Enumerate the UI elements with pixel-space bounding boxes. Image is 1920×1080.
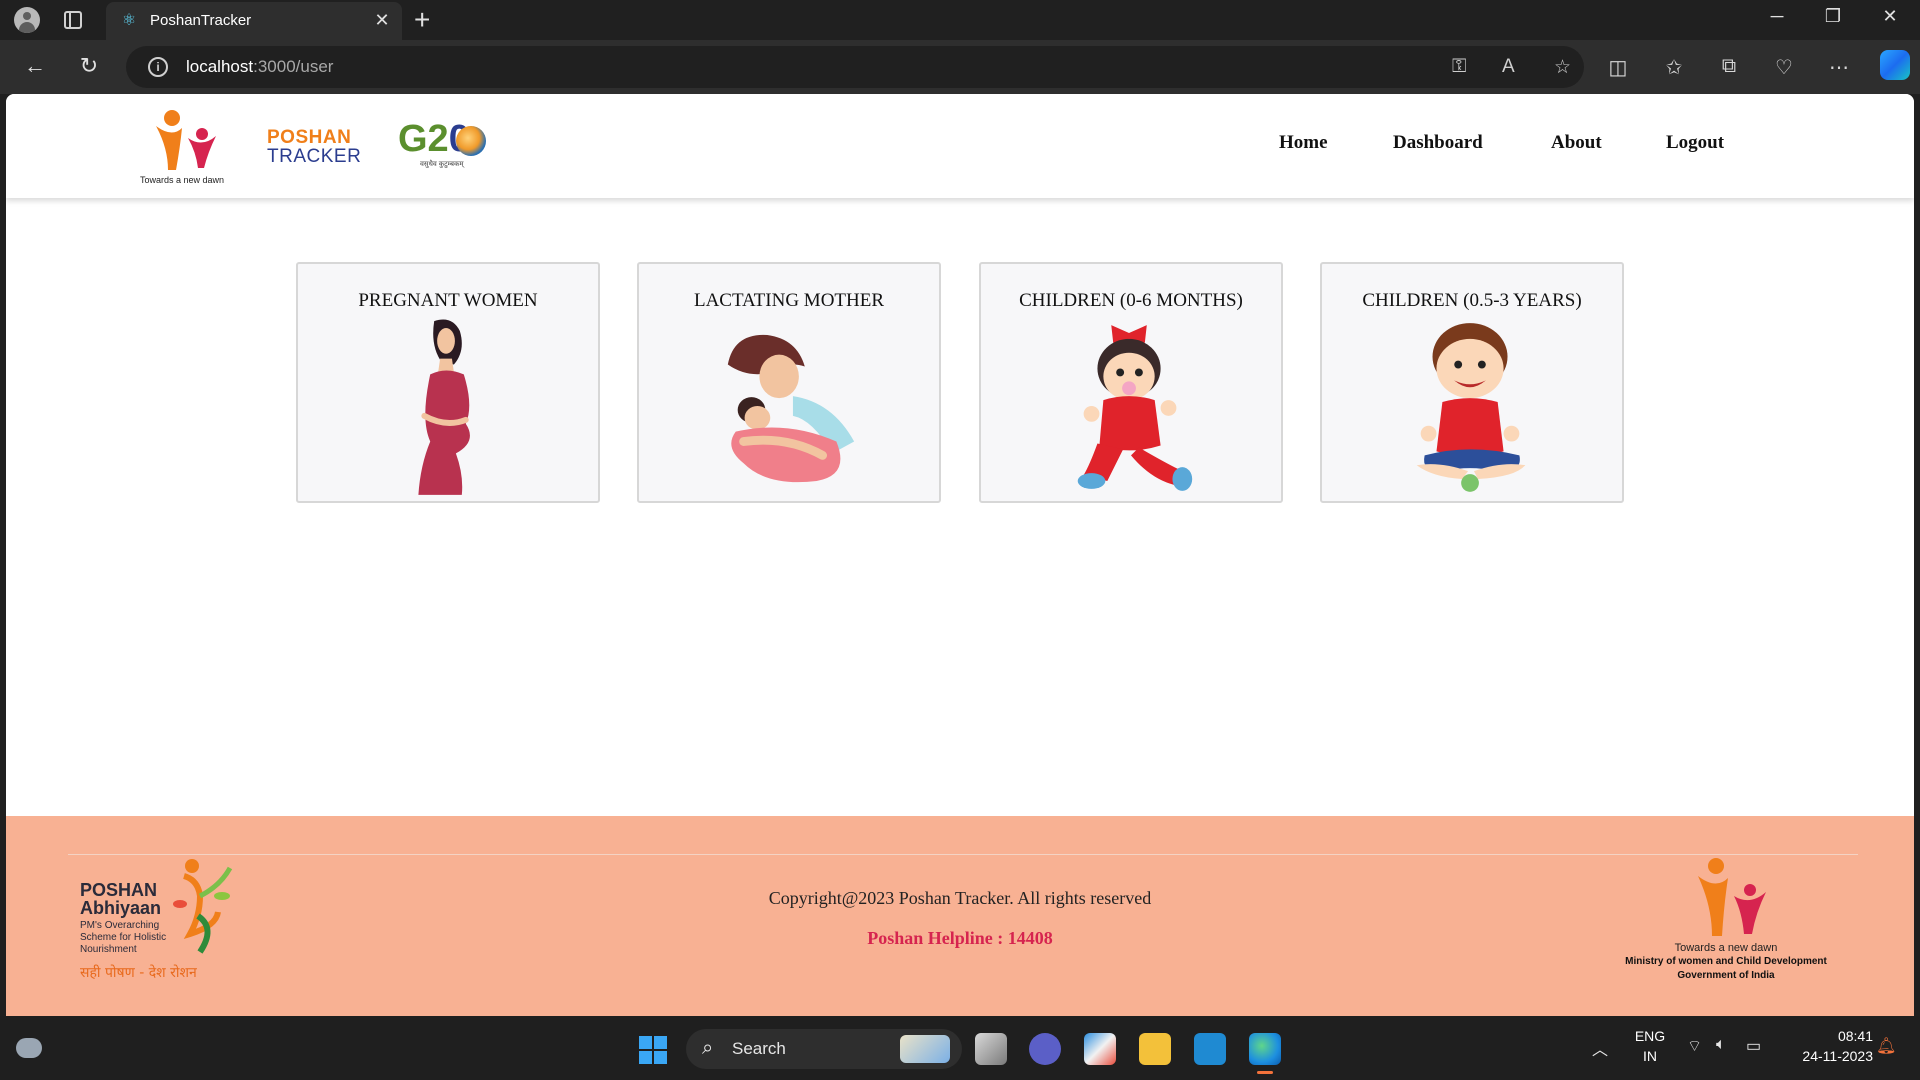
collections-icon[interactable]: ⧉: [1715, 55, 1743, 78]
taskbar-search[interactable]: ⌕ Search: [686, 1029, 962, 1069]
split-screen-icon[interactable]: ◫: [1604, 55, 1632, 80]
favorite-star-icon[interactable]: ☆: [1554, 56, 1571, 79]
window-close-icon[interactable]: ✕: [1870, 6, 1910, 27]
family-logo-icon: [1698, 858, 1766, 936]
file-explorer-icon[interactable]: [1139, 1033, 1171, 1065]
windows-start-icon[interactable]: [639, 1036, 667, 1064]
search-highlight-image: [900, 1035, 950, 1063]
tab-actions-icon[interactable]: [64, 11, 82, 29]
card-title: PREGNANT WOMEN: [358, 290, 538, 311]
logo-caption: Towards a new dawn: [140, 175, 225, 185]
back-icon[interactable]: ←: [20, 53, 50, 79]
more-options-icon[interactable]: ⋯: [1825, 55, 1853, 80]
poshan-logo-text: POSHAN: [267, 127, 352, 148]
poshan-tracker-logo[interactable]: POSHAN TRACKER: [267, 128, 361, 166]
browser-tab[interactable]: ⚛ PoshanTracker ✕: [106, 2, 402, 40]
search-label: Search: [732, 1039, 786, 1058]
card-title: CHILDREN (0.5-3 YEARS): [1362, 290, 1582, 311]
microsoft-store-icon[interactable]: [1084, 1033, 1116, 1065]
browser-tab-bar: ⚛ PoshanTracker ✕ + ─ ❐ ✕: [0, 0, 1920, 40]
address-bar[interactable]: i localhost:3000/user ⚿ A ☆: [126, 46, 1584, 88]
abhiyaan-hindi-slogan: सही पोषण - देश रोशन: [80, 965, 197, 981]
ministry-caption: Towards a new dawn: [1674, 942, 1778, 954]
lotus-globe-icon: [456, 126, 486, 156]
favorites-icon[interactable]: ✩: [1660, 55, 1688, 80]
ministry-name: Ministry of women and Child Development: [1625, 956, 1827, 967]
browser-essentials-icon[interactable]: ♡: [1770, 55, 1798, 80]
card-children-0.5-3-years[interactable]: CHILDREN (0.5-3 YEARS): [1320, 262, 1624, 503]
site-info-icon[interactable]: i: [148, 57, 168, 77]
ministry-logo: Towards a new dawn Ministry of women and…: [1606, 856, 1846, 986]
windows-taskbar: ⌕ Search ︿ ENG IN ⌔ 🔈︎ ▭ 08:41 24-11-202…: [0, 1016, 1920, 1080]
tab-title: PoshanTracker: [150, 12, 252, 29]
poshan-abhiyaan-logo: POSHAN Abhiyaan PM's Overarching Scheme …: [80, 856, 250, 986]
language-code[interactable]: ENG: [1630, 1028, 1670, 1044]
card-title: LACTATING MOTHER: [693, 290, 885, 311]
teams-chat-icon[interactable]: [1029, 1033, 1061, 1065]
address-toolbar: ← ↻ i localhost:3000/user ⚿ A ☆ ◫ ✩ ⧉ ♡ …: [0, 40, 1920, 94]
clock-time[interactable]: 08:41: [1783, 1028, 1873, 1044]
show-hidden-icons-icon[interactable]: ︿: [1592, 1036, 1608, 1060]
nav-dashboard[interactable]: Dashboard: [1393, 132, 1483, 154]
tracker-logo-text: TRACKER: [267, 146, 362, 167]
vscode-icon[interactable]: [1194, 1033, 1226, 1065]
site-header: Towards a new dawn POSHAN TRACKER G20 वस…: [6, 94, 1914, 198]
url-text[interactable]: localhost:3000/user: [186, 57, 333, 77]
profile-icon[interactable]: [12, 7, 42, 33]
page-viewport: Towards a new dawn POSHAN TRACKER G20 वस…: [6, 94, 1914, 1016]
react-favicon-icon: ⚛: [121, 12, 137, 29]
footer-divider: [68, 854, 1858, 855]
site-footer: POSHAN Abhiyaan PM's Overarching Scheme …: [6, 816, 1914, 1016]
g20-text: G2: [398, 118, 449, 160]
card-lactating-mother[interactable]: LACTATING MOTHER: [637, 262, 941, 503]
baby-girl-icon: [1077, 325, 1193, 491]
key-icon[interactable]: ⚿: [1452, 56, 1466, 78]
card-title: CHILDREN (0-6 MONTHS): [1019, 290, 1243, 311]
copilot-icon[interactable]: [1880, 50, 1910, 80]
clock-date[interactable]: 24-11-2023: [1783, 1048, 1873, 1064]
g20-subtitle: वसुधैव कुटुम्बकम्: [420, 161, 464, 168]
card-children-0-6-months[interactable]: CHILDREN (0-6 MONTHS): [979, 262, 1283, 503]
pregnant-woman-icon: [418, 319, 470, 495]
notification-bell-icon[interactable]: 🔔︎: [1876, 1036, 1896, 1056]
government-name: Government of India: [1677, 970, 1775, 981]
toddler-boy-icon: [1416, 323, 1526, 492]
new-tab-button[interactable]: +: [414, 4, 430, 36]
minimize-icon[interactable]: ─: [1757, 6, 1797, 27]
task-view-icon[interactable]: [975, 1033, 1007, 1065]
nav-about[interactable]: About: [1551, 132, 1602, 154]
nav-home[interactable]: Home: [1279, 132, 1328, 154]
card-pregnant-women[interactable]: PREGNANT WOMEN: [296, 262, 600, 503]
lactating-mother-icon: [727, 334, 855, 483]
poshan-logo[interactable]: Towards a new dawn: [140, 108, 240, 188]
nav-logout[interactable]: Logout: [1666, 132, 1724, 154]
g20-logo: G20 वसुधैव कुटुम्बकम्: [398, 118, 486, 168]
read-aloud-icon[interactable]: A: [1502, 56, 1515, 78]
search-icon: ⌕: [702, 1037, 714, 1059]
tab-close-icon[interactable]: ✕: [372, 10, 392, 31]
language-region[interactable]: IN: [1630, 1048, 1670, 1064]
refresh-icon[interactable]: ↻: [74, 53, 104, 79]
family-logo-icon: [156, 110, 216, 170]
edge-browser-icon[interactable]: [1249, 1033, 1281, 1074]
volume-icon[interactable]: 🔈︎: [1716, 1036, 1726, 1054]
wifi-icon[interactable]: ⌔: [1687, 1036, 1702, 1056]
weather-icon[interactable]: [16, 1038, 42, 1058]
battery-icon[interactable]: ▭: [1746, 1036, 1761, 1056]
restore-icon[interactable]: ❐: [1813, 6, 1853, 27]
